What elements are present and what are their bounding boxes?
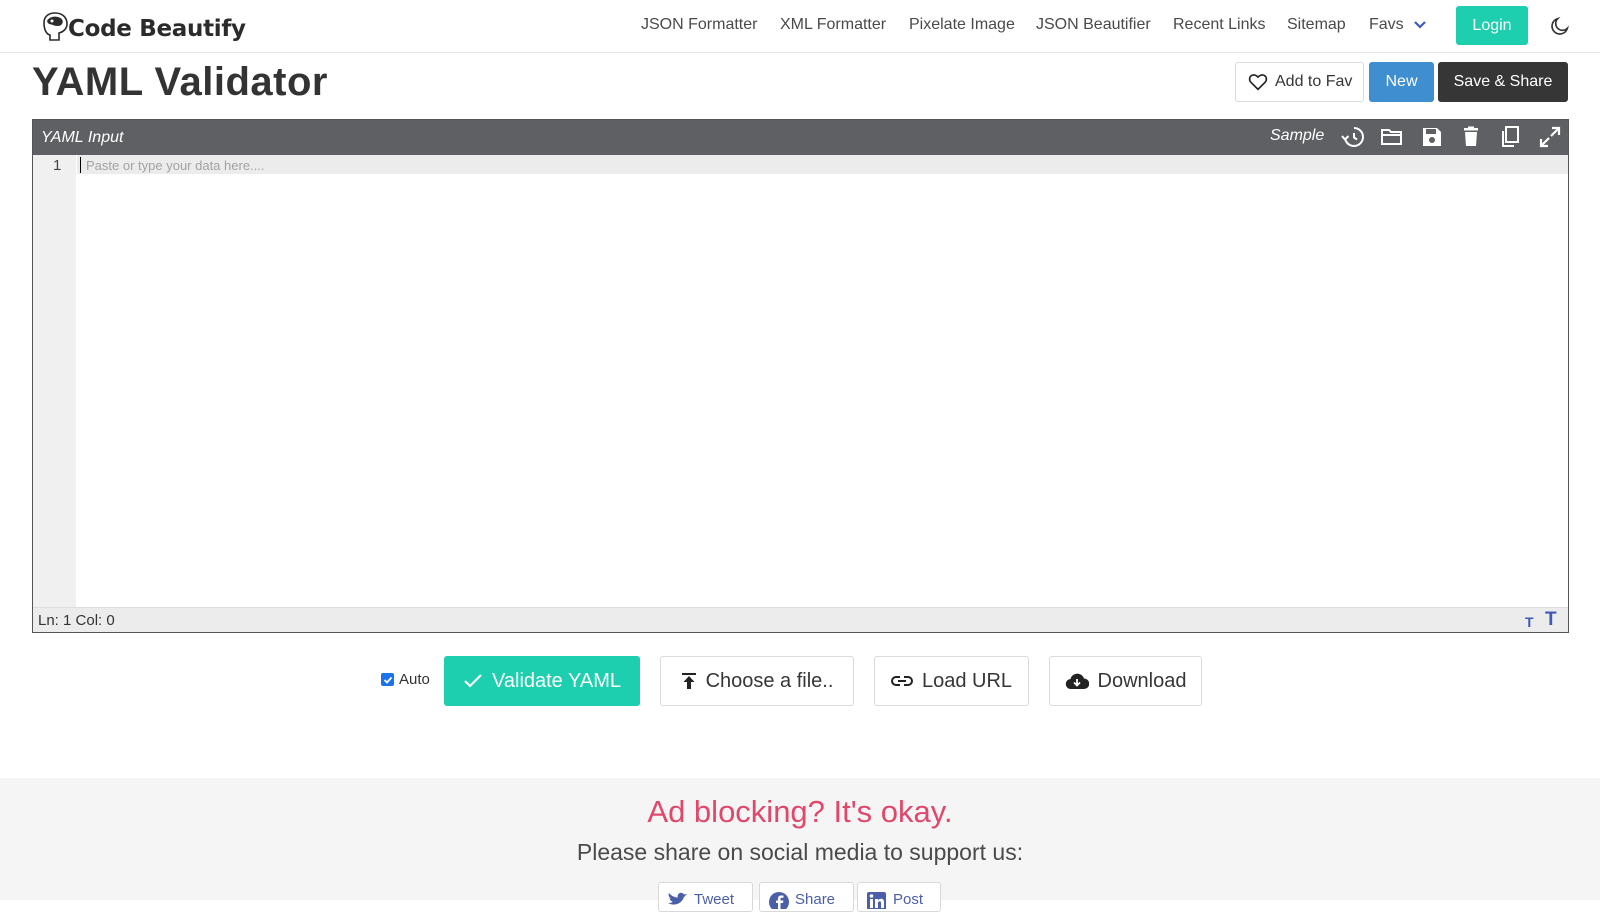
linkedin-post-button[interactable]: Post (857, 882, 941, 912)
checkmark-icon (383, 676, 392, 684)
load-url-button[interactable]: Load URL (874, 656, 1029, 706)
editor-header: YAML Input Sample (33, 120, 1568, 155)
line-number-gutter (33, 155, 76, 607)
load-url-label: Load URL (921, 669, 1013, 692)
chevron-down-icon[interactable] (1413, 20, 1427, 30)
auto-validate-toggle[interactable]: Auto (381, 671, 430, 688)
facebook-share-button[interactable]: Share (759, 882, 854, 912)
dark-mode-moon-icon[interactable] (1549, 15, 1571, 37)
auto-checkbox[interactable] (381, 673, 394, 686)
auto-label: Auto (399, 671, 430, 688)
download-button[interactable]: Download (1049, 656, 1202, 706)
cursor-position-status: Ln: 1 Col: 0 (38, 612, 115, 629)
editor-title: YAML Input (41, 129, 124, 146)
fullscreen-icon[interactable] (1538, 125, 1562, 149)
twitter-bird-icon (668, 892, 687, 905)
choose-file-label: Choose a file.. (705, 669, 834, 692)
validate-yaml-button[interactable]: Validate YAML (444, 656, 640, 706)
editor-input-placeholder[interactable]: Paste or type your data here.... (86, 158, 265, 173)
ad-block-title: Ad blocking? It's okay. (647, 794, 953, 829)
tweet-button[interactable]: Tweet (658, 882, 753, 912)
top-navbar: Code Beautify JSON Formatter XML Formatt… (0, 0, 1600, 53)
ad-block-subtitle: Please share on social media to support … (576, 839, 1024, 865)
increase-font-button[interactable]: T (1545, 609, 1557, 631)
facebook-icon (769, 892, 789, 909)
logo-icon (40, 11, 70, 43)
nav-link-json-beautifier[interactable]: JSON Beautifier (1036, 16, 1151, 34)
copy-icon[interactable] (1498, 125, 1522, 149)
new-button[interactable]: New (1369, 62, 1434, 102)
nav-link-sitemap[interactable]: Sitemap (1287, 16, 1346, 34)
login-button[interactable]: Login (1456, 6, 1528, 45)
linkedin-icon (867, 892, 886, 909)
site-logo[interactable]: Code Beautify (40, 10, 246, 44)
decrease-font-button[interactable]: T (1525, 614, 1534, 630)
heart-icon (1248, 74, 1268, 91)
add-to-fav-button[interactable]: Add to Fav (1235, 62, 1364, 102)
sample-link[interactable]: Sample (1270, 127, 1324, 145)
editor-status-bar: Ln: 1 Col: 0 T T (33, 607, 1568, 632)
page-title: YAML Validator (32, 60, 328, 104)
upload-icon (681, 673, 696, 689)
download-label: Download (1097, 669, 1187, 692)
choose-file-button[interactable]: Choose a file.. (660, 656, 854, 706)
add-to-fav-label: Add to Fav (1275, 73, 1353, 90)
history-icon[interactable] (1341, 125, 1365, 149)
yaml-editor: YAML Input Sample 1 Paste or type your d… (32, 119, 1569, 633)
ad-block-notice: Ad blocking? It's okay. Please share on … (0, 778, 1600, 912)
save-share-button[interactable]: Save & Share (1438, 62, 1568, 102)
text-cursor (80, 157, 81, 173)
nav-link-pixelate-image[interactable]: Pixelate Image (909, 16, 1015, 34)
link-icon (890, 676, 913, 686)
logo-text: Code Beautify (68, 16, 246, 42)
trash-icon[interactable] (1459, 125, 1483, 149)
cloud-download-icon (1065, 673, 1089, 690)
folder-open-icon[interactable] (1380, 125, 1404, 149)
validate-yaml-label: Validate YAML (492, 669, 621, 692)
active-line-highlight (77, 155, 1568, 174)
nav-link-recent-links[interactable]: Recent Links (1173, 16, 1266, 34)
nav-link-favs[interactable]: Favs (1369, 16, 1404, 34)
check-icon (464, 674, 482, 688)
save-icon[interactable] (1420, 125, 1444, 149)
nav-link-xml-formatter[interactable]: XML Formatter (780, 16, 886, 34)
line-number: 1 (53, 157, 62, 174)
nav-link-json-formatter[interactable]: JSON Formatter (641, 16, 757, 34)
